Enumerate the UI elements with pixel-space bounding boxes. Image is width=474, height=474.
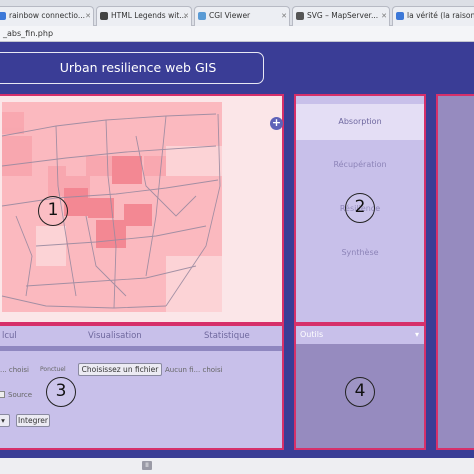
menu-item-label: Synthèse <box>341 248 379 257</box>
menu-item-label: Absorption <box>338 117 382 126</box>
tab-title: CGI Viewer <box>209 11 251 20</box>
menu-item-absorption[interactable]: Absorption <box>296 104 424 140</box>
address-bar[interactable]: _abs_fin.php <box>0 26 474 42</box>
chevron-down-icon: ▾ <box>414 330 419 339</box>
tools-tab-underline <box>0 346 282 351</box>
section-number: 2 <box>354 197 366 217</box>
browser-status-bar <box>0 458 474 474</box>
chevron-down-icon: ▾ <box>1 416 5 425</box>
section-marker-2: 2 <box>345 193 375 223</box>
close-tab-icon[interactable]: ✕ <box>183 7 189 25</box>
section-marker-4: 4 <box>345 377 375 407</box>
source-checkbox[interactable] <box>0 391 5 398</box>
tab-favicon-icon <box>0 12 6 20</box>
tab-calcul[interactable]: lcul <box>2 331 17 341</box>
file-status-label: Aucun fi... choisi <box>165 366 223 374</box>
tab-favicon-icon <box>396 12 404 20</box>
browser-tab[interactable]: rainbow connectio... ✕ <box>0 6 94 26</box>
close-tab-icon[interactable]: ✕ <box>381 7 387 25</box>
file-chosen-label: ... choisi <box>0 366 30 374</box>
tab-favicon-icon <box>296 12 304 20</box>
browser-tab[interactable]: HTML Legends wit... ✕ <box>96 6 192 26</box>
pause-icon: II <box>145 462 149 469</box>
tab-title: SVG – MapServer... <box>307 11 379 20</box>
close-tab-icon[interactable]: ✕ <box>85 7 91 25</box>
section-number: 1 <box>47 200 59 220</box>
right-side-panel <box>436 94 474 450</box>
source-label: Source <box>8 391 33 399</box>
layer-dropdown[interactable]: ▾ <box>0 414 10 427</box>
browser-tab-bar: rainbow connectio... ✕ HTML Legends wit.… <box>0 0 474 26</box>
section-number: 4 <box>354 381 366 401</box>
app-title-box: Urban resilience web GIS <box>0 52 264 84</box>
plus-icon: + <box>271 116 282 129</box>
choose-file-button[interactable]: Choisissez un fichier <box>78 363 162 376</box>
tab-favicon-icon <box>100 12 108 20</box>
tab-visualisation[interactable]: Visualisation <box>88 331 142 341</box>
outils-title: Outils <box>300 330 324 339</box>
app-title: Urban resilience web GIS <box>59 60 217 75</box>
section-marker-3: 3 <box>46 377 76 407</box>
close-tab-icon[interactable]: ✕ <box>281 7 287 25</box>
section-number: 3 <box>55 381 67 401</box>
address-url: _abs_fin.php <box>3 29 54 38</box>
outils-header[interactable]: Outils ▾ <box>296 326 424 344</box>
menu-item-synthese[interactable]: Synthèse <box>296 235 424 271</box>
tab-favicon-icon <box>198 12 206 20</box>
pause-button[interactable]: II <box>142 461 152 470</box>
menu-item-label: Récupération <box>333 160 387 169</box>
tab-title: HTML Legends wit... <box>111 11 187 20</box>
ponctuel-label: Ponctuel <box>40 366 66 373</box>
tab-title: la vérité (la raison e... <box>407 11 474 20</box>
tab-statistique[interactable]: Statistique <box>204 331 250 341</box>
browser-tab[interactable]: CGI Viewer ✕ <box>194 6 290 26</box>
section-marker-1: 1 <box>38 196 68 226</box>
integrate-label: Integrer <box>18 416 48 425</box>
choose-file-label: Choisissez un fichier <box>81 365 159 374</box>
tools-tab-bar: lcul Visualisation Statistique <box>0 326 282 346</box>
browser-tab[interactable]: la vérité (la raison e... <box>392 6 474 26</box>
integrate-button[interactable]: Integrer <box>16 414 50 427</box>
tab-title: rainbow connectio... <box>9 11 85 20</box>
zoom-in-button[interactable]: + <box>270 117 283 130</box>
browser-tab[interactable]: SVG – MapServer... ✕ <box>292 6 390 26</box>
menu-item-recuperation[interactable]: Récupération <box>296 147 424 183</box>
